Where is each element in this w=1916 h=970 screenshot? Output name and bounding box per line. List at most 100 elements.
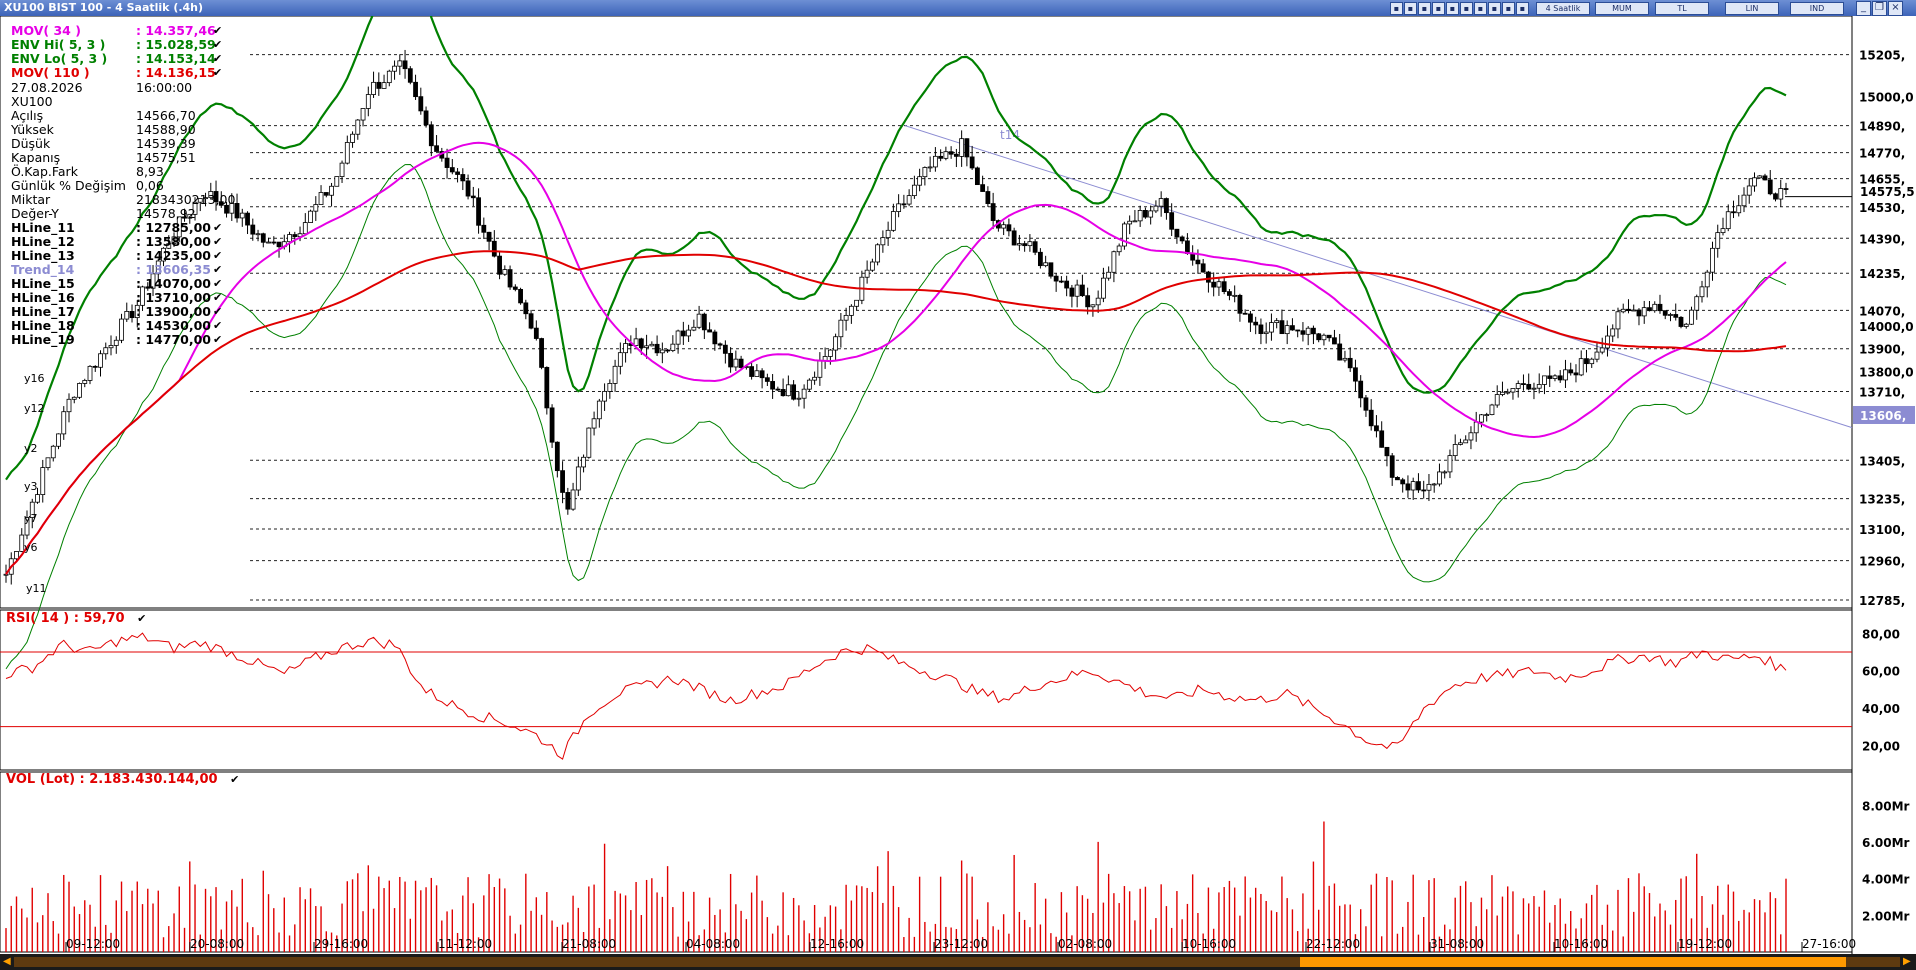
check-icon[interactable]: ✔ <box>213 38 222 52</box>
hlines-label: HLine_17 <box>11 304 75 319</box>
check-icon[interactable]: ✔ <box>213 221 222 235</box>
toolbar-tool-icon[interactable]: ▪ <box>1432 2 1445 15</box>
candle-body <box>1416 481 1421 491</box>
scroll-thumb[interactable] <box>1300 957 1846 967</box>
scroll-left-icon[interactable]: ◀ <box>3 956 11 967</box>
close-button[interactable]: × <box>1888 1 1903 16</box>
toolbar-tool-icon[interactable]: ▪ <box>1474 2 1487 15</box>
volume-header: VOL (Lot) : 2.183.430.144,00 ✔ <box>6 772 239 787</box>
time-scrollbar[interactable]: ◀ ▶ <box>0 954 1916 970</box>
wave-label: y7 <box>24 512 38 525</box>
hlines-label: HLine_15 <box>11 276 75 291</box>
time-axis-label: 22-12:00 <box>1306 937 1360 951</box>
candle-body <box>644 345 649 349</box>
candle-body <box>1085 295 1091 308</box>
candle-body <box>780 389 786 397</box>
candle-body <box>1767 179 1773 195</box>
check-icon[interactable]: ✔ <box>213 249 222 263</box>
candle-body <box>549 407 555 443</box>
restore-button[interactable]: ❐ <box>1872 1 1887 16</box>
hlines-value: : 14770,00 <box>136 332 211 347</box>
wave-label: y16 <box>24 372 45 385</box>
hlines-label: HLine_13 <box>11 248 75 263</box>
quote-label: Düşük <box>11 136 51 151</box>
check-icon[interactable]: ✔ <box>213 263 222 277</box>
candle-body <box>129 311 135 319</box>
candle-body <box>665 349 670 352</box>
scroll-right-icon[interactable]: ▶ <box>1903 956 1911 967</box>
time-axis-label: 12-16:00 <box>810 937 864 951</box>
hlines-value: : 13900,00 <box>136 304 211 319</box>
candle-body <box>1022 243 1028 247</box>
check-icon[interactable]: ✔ <box>213 52 222 66</box>
candle-body <box>906 195 912 205</box>
candle-body <box>428 124 434 147</box>
check-icon[interactable]: ✔ <box>213 305 222 319</box>
candle-body <box>1174 228 1180 238</box>
toolbar-button-1[interactable]: MUM <box>1595 2 1649 15</box>
candle-body <box>1783 188 1789 190</box>
price-tick-label: 13800,0 <box>1859 365 1914 379</box>
check-icon[interactable]: ✔ <box>213 333 222 347</box>
candle-body <box>1080 284 1085 297</box>
candle-body <box>87 365 93 381</box>
candle-body <box>56 433 61 447</box>
hlines-value: : 13606,35 <box>136 262 211 277</box>
candle-body <box>124 311 130 320</box>
candle-body <box>927 166 933 169</box>
chart-canvas[interactable]: 15205,14890,14770,14655,14530,14390,1423… <box>0 16 1916 954</box>
candle-body <box>544 367 550 409</box>
toolbar-button-0[interactable]: 4 Saatlik <box>1536 2 1590 15</box>
toolbar-button-4[interactable]: IND <box>1790 2 1844 15</box>
price-level-label: 14235, <box>1859 267 1905 281</box>
candle-body <box>1389 455 1395 478</box>
candle-body <box>854 299 860 307</box>
check-icon[interactable]: ✔ <box>213 66 222 80</box>
candle-body <box>1463 439 1469 444</box>
candle-body <box>386 70 392 84</box>
candle-body <box>1405 483 1411 491</box>
check-icon[interactable]: ✔ <box>213 235 222 249</box>
toolbar-tool-icon[interactable]: ▪ <box>1390 2 1403 15</box>
toolbar-tool-icon[interactable]: ▪ <box>1460 2 1473 15</box>
check-icon[interactable]: ✔ <box>213 24 222 38</box>
candle-body <box>239 212 245 219</box>
toolbar-tool-icon[interactable]: ▪ <box>1404 2 1417 15</box>
candle-body <box>901 203 907 206</box>
candle-body <box>1610 328 1616 337</box>
candle-body <box>533 327 539 339</box>
candle-body <box>1353 367 1358 382</box>
volume-tick-label: 4.00Mr <box>1862 873 1910 887</box>
candle-body <box>1179 236 1185 242</box>
candle-body <box>1374 425 1379 432</box>
candle-body <box>586 427 592 458</box>
toolbar-button-2[interactable]: TL <box>1655 2 1709 15</box>
rsi-check-icon[interactable]: ✔ <box>137 612 146 625</box>
check-icon[interactable]: ✔ <box>213 319 222 333</box>
candle-body <box>602 391 607 402</box>
candle-body <box>1242 312 1248 315</box>
candle-body <box>607 383 613 392</box>
candle-body <box>1573 372 1579 376</box>
toolbar-tool-icon[interactable]: ▪ <box>1446 2 1459 15</box>
rsi-tick-label: 80,00 <box>1862 627 1900 641</box>
quote-value: 14588,90 <box>136 122 196 137</box>
hlines-value: : 12785,00 <box>136 220 211 235</box>
trend-value-label: 13606, <box>1860 409 1906 423</box>
toolbar-button-3[interactable]: LIN <box>1725 2 1779 15</box>
candle-body <box>255 233 261 236</box>
time-axis-label: 31-08:00 <box>1430 937 1484 951</box>
price-tick-label: 14000,0 <box>1859 320 1914 334</box>
candle-body <box>785 384 791 397</box>
candle-body <box>1757 175 1763 179</box>
toolbar-tool-icon[interactable]: ▪ <box>1418 2 1431 15</box>
check-icon[interactable]: ✔ <box>213 291 222 305</box>
candle-body <box>932 155 938 168</box>
toolbar-tool-icon[interactable]: ▪ <box>1488 2 1501 15</box>
toolbar-tool-icon[interactable]: ▪ <box>1516 2 1529 15</box>
toolbar-tool-icon[interactable]: ▪ <box>1502 2 1515 15</box>
check-icon[interactable]: ✔ <box>213 277 222 291</box>
candle-body <box>1321 334 1327 341</box>
minimize-button[interactable]: _ <box>1856 1 1871 16</box>
volume-check-icon[interactable]: ✔ <box>230 773 239 786</box>
